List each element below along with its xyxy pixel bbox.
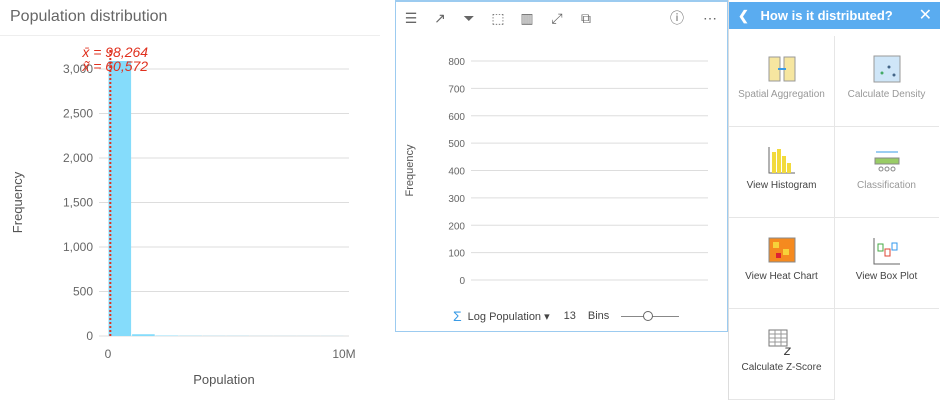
- how-distributed-panel: ❮ How is it distributed? ✕ Spatial Aggre…: [728, 0, 940, 400]
- action-label: View Heat Chart: [745, 271, 818, 282]
- action-classification[interactable]: Classification: [834, 127, 939, 218]
- y-tick-label: 2,500: [63, 107, 93, 121]
- divider: [834, 36, 835, 400]
- action-label: View Box Plot: [855, 271, 918, 282]
- x-tick-label: 10M: [332, 347, 355, 361]
- histogram-icon: [768, 146, 796, 174]
- box-plot-icon: [873, 237, 901, 265]
- y-tick-label: 500: [448, 139, 465, 150]
- close-icon[interactable]: ✕: [919, 2, 932, 29]
- log-population-card[interactable]: ☰ ↗ ⏷ ⬚ ▥ ⤢ ⧉ ⓘ ⋯ 0 100 200 300 400 500 600 700…: [395, 0, 728, 332]
- x-tick-label: 0: [105, 347, 112, 361]
- bins-count[interactable]: 13: [564, 310, 576, 322]
- action-label: Calculate Z-Score: [741, 362, 822, 373]
- action-label: Spatial Aggregation: [738, 89, 825, 100]
- histogram-bar: [108, 60, 132, 337]
- median-label: x̃ = 60,572: [81, 58, 148, 74]
- back-icon[interactable]: ❮: [738, 8, 749, 23]
- panel-title: How is it distributed?: [760, 8, 893, 23]
- field-dropdown[interactable]: Log Population ▾: [468, 310, 550, 323]
- aggregation-icon: [768, 55, 796, 83]
- y-tick-label: 300: [448, 194, 465, 205]
- action-label: View Histogram: [746, 180, 817, 191]
- y-tick-label: 600: [448, 112, 465, 123]
- bins-slider[interactable]: [621, 311, 680, 321]
- log-population-histogram[interactable]: 0100200300400500600700800234567x̄ = 4.5x…: [395, 0, 728, 300]
- panel-header: ❮ How is it distributed? ✕: [729, 2, 940, 29]
- action-calculate-density[interactable]: Calculate Density: [834, 36, 939, 127]
- z-score-icon: z: [768, 328, 796, 358]
- action-view-histogram[interactable]: View Histogram: [729, 127, 834, 218]
- x-axis-label: Population: [193, 372, 254, 387]
- y-tick-label: 0: [86, 329, 93, 343]
- y-tick-label: 1,000: [63, 240, 93, 254]
- action-label: Classification: [857, 180, 916, 191]
- y-tick-label: 800: [448, 57, 465, 68]
- population-histogram[interactable]: 05001,0001,5002,0002,5003,0000 10Mx̄ = 98…: [0, 0, 395, 400]
- heat-chart-icon: [768, 237, 796, 265]
- y-tick-label: 1,500: [63, 196, 93, 210]
- y-tick-label: 100: [448, 249, 465, 260]
- action-spatial-aggregation[interactable]: Spatial Aggregation: [729, 36, 834, 127]
- action-calculate-z-score[interactable]: z Calculate Z-Score: [729, 309, 834, 400]
- y-axis-label: Frequency: [404, 144, 416, 196]
- y-tick-label: 200: [448, 221, 465, 232]
- action-label: Calculate Density: [847, 89, 926, 100]
- density-icon: [873, 55, 901, 83]
- y-tick-label: 400: [448, 167, 465, 178]
- y-tick-label: 2,000: [63, 151, 93, 165]
- y-tick-label: 500: [73, 285, 93, 299]
- svg-text:z: z: [783, 342, 791, 356]
- y-tick-label: 700: [448, 84, 465, 95]
- histogram-bar: [132, 334, 155, 336]
- y-tick-label: 0: [459, 276, 465, 287]
- bins-label: Bins: [587, 310, 610, 322]
- action-view-heat-chart[interactable]: View Heat Chart: [729, 218, 834, 309]
- y-axis-label: Frequency: [10, 171, 25, 233]
- classification-icon: [873, 146, 901, 174]
- action-view-box-plot[interactable]: View Box Plot: [834, 218, 939, 309]
- sigma-icon[interactable]: Σ: [453, 308, 462, 324]
- population-distribution-card: Population distribution 0 500 1,000 1,500 2,…: [0, 0, 395, 400]
